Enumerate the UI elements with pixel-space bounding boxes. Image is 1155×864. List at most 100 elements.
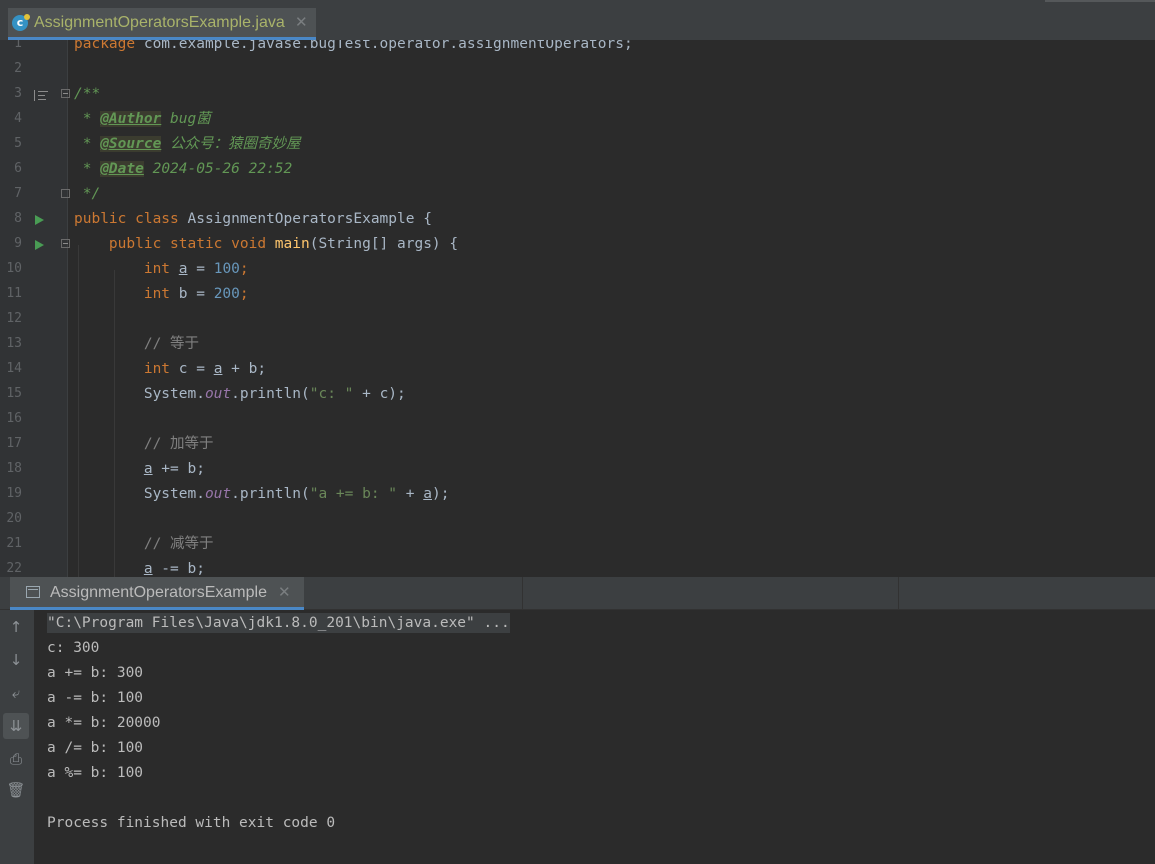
code-token: a [143,561,153,577]
down-arrow-icon[interactable]: ↓ [3,647,29,673]
code-token: + [397,486,424,502]
editor-tab-bar: c AssignmentOperatorsExample.java ✕ [0,0,1155,40]
code-token: AssignmentOperatorsExample { [178,211,432,227]
console-output-line: c: 300 [47,640,100,656]
code-line: 2 [0,57,1155,82]
code-line: 10 int a = 100; [0,257,1155,282]
console-output-line: a /= b: 100 [47,740,144,756]
code-line: 21 // 减等于 [0,532,1155,557]
code-token: main [274,236,310,252]
fold-icon[interactable] [61,189,70,198]
code-token: // 加等于 [143,436,214,452]
code-line: 19 System.out.println("a += b: " + a); [0,482,1155,507]
structure-icon[interactable] [34,90,48,101]
code-line: 15 System.out.println("c: " + c); [0,382,1155,407]
code-line: 7 */ [0,182,1155,207]
code-editor[interactable]: 1 package com.example.javase.bugTest.ope… [0,40,1155,577]
code-token: bug菌 [161,111,211,127]
line-number: 1 [14,40,22,51]
line-number: 13 [6,336,22,351]
code-token: (String[] args) { [309,236,459,252]
code-token: public static void [108,236,267,252]
code-token: int [143,286,171,302]
line-number: 10 [6,261,22,276]
console-command[interactable]: "C:\Program Files\Java\jdk1.8.0_201\bin\… [47,613,510,633]
code-token: c = [170,361,214,377]
close-icon[interactable]: ✕ [278,583,291,601]
line-number: 2 [14,61,22,76]
java-class-icon: c [12,14,30,31]
line-number: 3 [14,86,22,101]
code-token: /** [74,86,101,102]
code-token: 100 [213,261,240,277]
code-token: a [423,486,432,502]
code-token: 公众号：猿圈奇妙屋 [161,136,301,152]
code-line: 22 a -= b; [0,557,1155,577]
code-token: */ [74,186,101,202]
code-token: // 等于 [143,336,200,352]
code-line: 18 a += b; [0,457,1155,482]
code-token: package [74,40,136,52]
run-icon[interactable] [35,215,44,225]
code-token: @Source [100,136,162,152]
code-token: + c); [353,386,406,402]
console-output-line: a -= b: 100 [47,690,144,706]
code-token: System. [143,386,205,402]
editor-tab[interactable]: c AssignmentOperatorsExample.java ✕ [8,8,316,40]
code-token: 200 [213,286,240,302]
console-output-line: a *= b: 20000 [47,715,161,731]
code-token: b = [170,286,214,302]
code-line: 11 int b = 200; [0,282,1155,307]
console-tab[interactable]: AssignmentOperatorsExample ✕ [10,577,304,610]
line-number: 22 [6,561,22,576]
code-token: @Author [100,111,162,127]
tab-bar-divider [522,577,523,610]
run-icon[interactable] [35,240,44,250]
code-token: ; [239,286,249,302]
up-arrow-icon[interactable]: ↑ [3,614,29,640]
code-token: * [74,161,101,177]
fold-icon[interactable] [61,239,70,248]
line-number: 16 [6,411,22,426]
code-token: .println( [231,386,310,402]
code-token: * [74,136,101,152]
code-line: 8 public class AssignmentOperatorsExampl… [0,207,1155,232]
code-token: out [204,486,232,502]
console-tab-bar: AssignmentOperatorsExample ✕ [0,577,1155,610]
tab-bar-edge [1045,0,1155,2]
code-line: 20 [0,507,1155,532]
code-token: com.example.javase.bugTest.operator.assi… [135,40,633,52]
code-token: "c: " [309,386,354,402]
code-token: -= b; [152,561,205,577]
scroll-to-end-icon[interactable]: ⇊ [3,713,29,739]
print-icon[interactable]: ⎙ [3,746,29,772]
code-token: += b; [152,461,205,477]
code-line: 17 // 加等于 [0,432,1155,457]
code-token: ; [239,261,249,277]
console-command-line[interactable]: "C:\Program Files\Java\jdk1.8.0_201\bin\… [47,611,510,636]
line-number: 6 [14,161,22,176]
console-output-line: a %= b: 100 [47,765,144,781]
code-token: 2024-05-26 22:52 [143,161,293,177]
line-number: 19 [6,486,22,501]
close-icon[interactable]: ✕ [295,13,308,31]
line-number: 9 [14,236,22,251]
code-line: 3 /** [0,82,1155,107]
trash-icon[interactable]: 🗑 [3,777,29,803]
code-token: "a += b: " [309,486,398,502]
code-token: int [143,261,171,277]
console-output-line: Process finished with exit code 0 [47,815,336,831]
code-line: 6 * @Date 2024-05-26 22:52 [0,157,1155,182]
code-line: 12 [0,307,1155,332]
soft-wrap-icon[interactable]: ⤶ [3,680,29,706]
code-token: .println( [231,486,310,502]
fold-icon[interactable] [61,89,70,98]
line-number: 17 [6,436,22,451]
console-toolbar: ↑ ↓ ⤶ ⇊ ⎙ 🗑 [0,610,34,864]
code-line: 16 [0,407,1155,432]
line-number: 8 [14,211,22,226]
code-line: 1 package com.example.javase.bugTest.ope… [0,40,1155,57]
code-token: out [204,386,232,402]
line-number: 14 [6,361,22,376]
line-number: 11 [6,286,22,301]
